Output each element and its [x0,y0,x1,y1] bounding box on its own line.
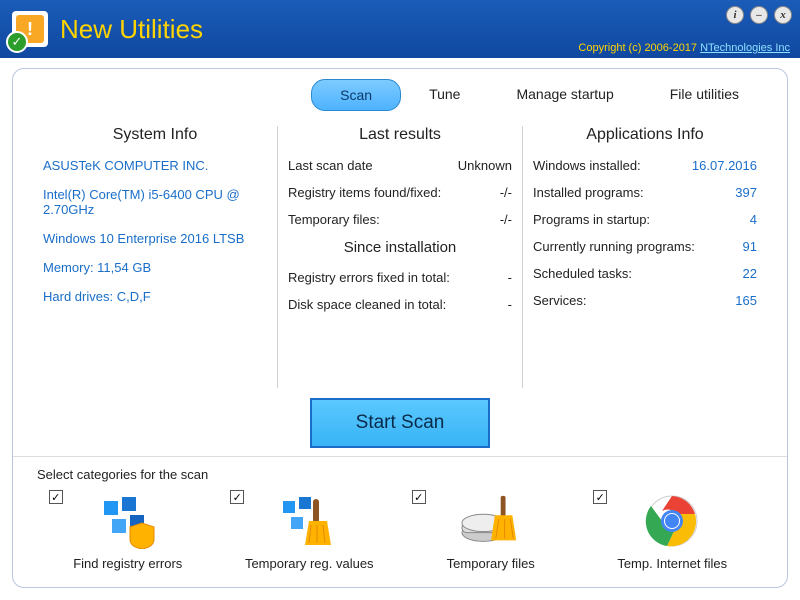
tab-manage-startup[interactable]: Manage startup [488,79,641,111]
drives-info[interactable]: Hard drives: C,D,F [43,289,267,304]
since-install-heading: Since installation [288,239,512,256]
registry-fixed-label: Registry errors fixed in total: [288,270,450,285]
registry-fixed-value: - [508,270,512,285]
start-scan-button[interactable]: Start Scan [310,398,491,448]
memory-info[interactable]: Memory: 11,54 GB [43,260,267,275]
running-programs-value[interactable]: 91 [743,239,757,254]
checkbox-temp-internet[interactable]: ✓ [593,490,607,504]
category-label: Temporary reg. values [245,556,374,571]
app-title: New Utilities [60,14,203,45]
last-results-heading: Last results [288,126,512,144]
titlebar: ! ✓ New Utilities i – x Copyright (c) 20… [0,0,800,58]
category-registry-errors[interactable]: ✓ Find registry errors [43,490,213,571]
vendor-info[interactable]: ASUSTeK COMPUTER INC. [43,158,267,173]
startup-programs-label: Programs in startup: [533,212,650,227]
vendor-link[interactable]: NTechnologies Inc [700,42,790,54]
system-info-column: System Info ASUSTeK COMPUTER INC. Intel(… [33,126,277,388]
last-scan-value: Unknown [458,158,512,173]
scheduled-tasks-label: Scheduled tasks: [533,266,632,281]
app-icon: ! ✓ [12,11,48,47]
copyright: Copyright (c) 2006-2017 NTechnologies In… [578,42,790,54]
close-button[interactable]: x [774,6,792,24]
scheduled-tasks-value[interactable]: 22 [743,266,757,281]
services-label: Services: [533,293,586,308]
installed-programs-value[interactable]: 397 [735,185,757,200]
startup-programs-value[interactable]: 4 [750,212,757,227]
minimize-button[interactable]: – [750,6,768,24]
category-label: Temp. Internet files [617,556,727,571]
info-button[interactable]: i [726,6,744,24]
category-temp-reg[interactable]: ✓ Temporary reg. values [224,490,394,571]
system-info-heading: System Info [43,126,267,144]
tab-bar: Scan Tune Manage startup File utilities [13,69,787,112]
windows-installed-label: Windows installed: [533,158,641,173]
tab-tune[interactable]: Tune [401,79,488,111]
apps-info-heading: Applications Info [533,126,757,144]
last-results-column: Last results Last scan date Unknown Regis… [277,126,522,388]
check-icon: ✓ [6,31,28,53]
category-temp-internet[interactable]: ✓ Temp. Internet files [587,490,757,571]
registry-shield-icon [97,492,159,550]
disk-cleaned-value: - [508,297,512,312]
checkbox-registry-errors[interactable]: ✓ [49,490,63,504]
registry-broom-icon [278,492,340,550]
installed-programs-label: Installed programs: [533,185,644,200]
temp-files-label: Temporary files: [288,212,380,227]
category-label: Temporary files [447,556,535,571]
running-programs-label: Currently running programs: [533,239,695,254]
last-scan-label: Last scan date [288,158,373,173]
services-value[interactable]: 165 [735,293,757,308]
registry-found-label: Registry items found/fixed: [288,185,441,200]
disk-cleaned-label: Disk space cleaned in total: [288,297,446,312]
category-temp-files[interactable]: ✓ Temporary files [406,490,576,571]
temp-files-value: -/- [500,212,512,227]
registry-found-value: -/- [500,185,512,200]
category-label: Find registry errors [73,556,182,571]
tab-scan[interactable]: Scan [311,79,401,111]
checkbox-temp-files[interactable]: ✓ [412,490,426,504]
apps-info-column: Applications Info Windows installed: 16.0… [522,126,767,388]
browser-chrome-icon [641,492,703,550]
checkbox-temp-reg[interactable]: ✓ [230,490,244,504]
tab-file-utilities[interactable]: File utilities [642,79,767,111]
cpu-info[interactable]: Intel(R) Core(TM) i5-6400 CPU @ 2.70GHz [43,187,267,217]
drive-broom-icon [460,492,522,550]
windows-installed-value[interactable]: 16.07.2016 [692,158,757,173]
os-info[interactable]: Windows 10 Enterprise 2016 LTSB [43,231,267,246]
categories-label: Select categories for the scan [37,467,763,482]
